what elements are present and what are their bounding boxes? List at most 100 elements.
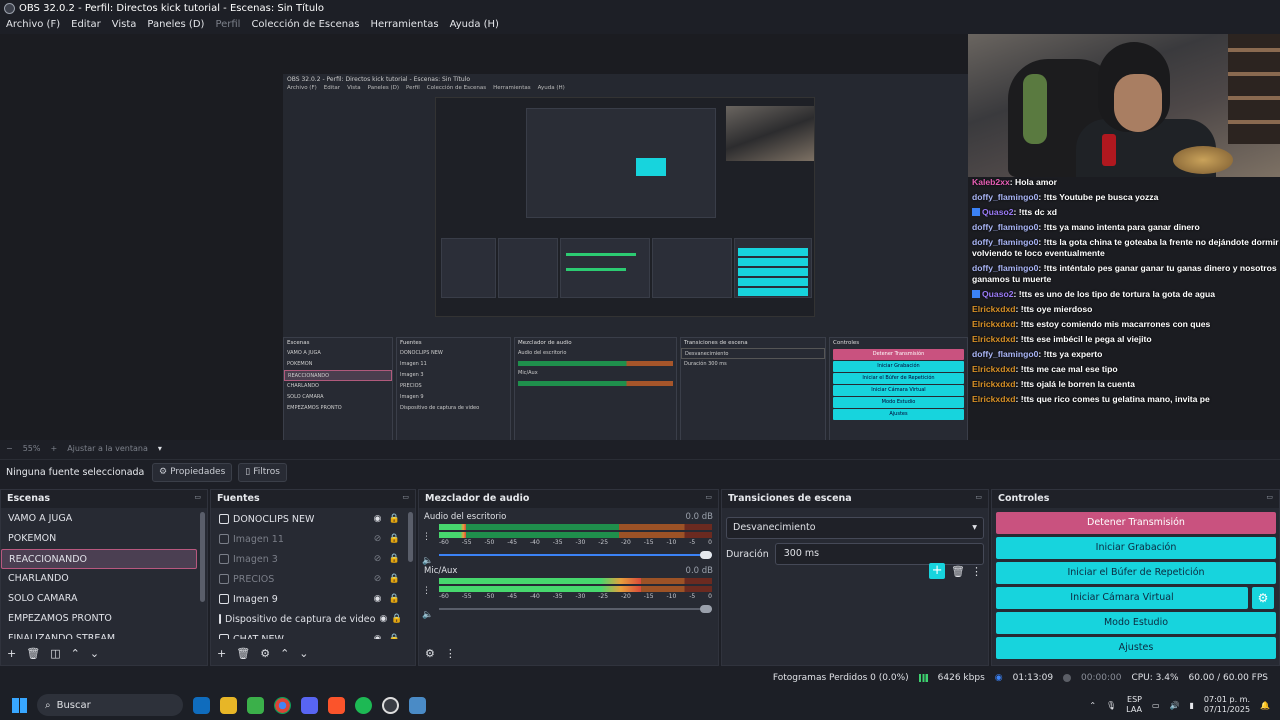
add-transition-icon[interactable]: + xyxy=(929,563,946,579)
undock-icon[interactable]: ▭ xyxy=(705,493,712,505)
scene-filters-icon[interactable]: ◫ xyxy=(50,647,60,660)
undock-icon[interactable]: ▭ xyxy=(194,493,201,505)
transition-select[interactable]: Desvanecimiento ▾ xyxy=(726,517,984,539)
discord-icon[interactable] xyxy=(301,696,318,714)
menu-item[interactable]: Ayuda (H) xyxy=(450,19,499,30)
chevron-up-icon[interactable]: ⌃ xyxy=(1089,701,1096,710)
source-item[interactable]: DONOCLIPS NEW ◉ 🔒 xyxy=(215,509,405,529)
channel-menu-icon[interactable]: ⋮ xyxy=(422,586,431,596)
undock-icon[interactable]: ▭ xyxy=(1266,493,1273,505)
start-replay-buffer-button[interactable]: Iniciar el Búfer de Repetición xyxy=(996,562,1276,584)
remove-scene-icon[interactable]: 🗑 xyxy=(26,647,40,660)
scene-item[interactable]: VAMO A JUGA xyxy=(1,509,197,529)
start-virtual-camera-button[interactable]: Iniciar Cámara Virtual xyxy=(996,587,1248,609)
source-properties-icon[interactable]: ⚙ xyxy=(260,647,270,660)
chat-message: Quaso2: !tts es uno de los tipo de tortu… xyxy=(972,289,1280,300)
scene-item[interactable]: POKEMON xyxy=(1,529,197,549)
lock-icon[interactable]: 🔒 xyxy=(388,514,401,524)
remove-transition-icon[interactable]: 🗑 xyxy=(951,565,965,578)
windows-start-icon[interactable] xyxy=(12,697,27,713)
undock-icon[interactable]: ▭ xyxy=(975,493,982,505)
lock-icon[interactable]: 🔒 xyxy=(391,614,402,624)
spotify-icon[interactable] xyxy=(355,696,372,714)
lock-icon[interactable]: 🔒 xyxy=(388,574,401,584)
clock[interactable]: 07:01 p. m. 07/11/2025 xyxy=(1204,695,1250,715)
move-up-icon[interactable]: ⌃ xyxy=(71,647,80,660)
more-options-icon[interactable]: ⋮ xyxy=(445,647,456,660)
scene-item[interactable]: CHARLANDO xyxy=(1,569,197,589)
settings-button[interactable]: Ajustes xyxy=(996,637,1276,659)
sources-scrollbar[interactable] xyxy=(408,512,413,562)
menu-item[interactable]: Vista xyxy=(112,19,137,30)
zoom-in-icon[interactable]: + xyxy=(50,444,57,453)
more-options-icon[interactable]: ⋮ xyxy=(971,565,982,578)
scenes-scrollbar[interactable] xyxy=(200,512,205,602)
filters-button[interactable]: ▯ Filtros xyxy=(238,462,287,482)
stop-streaming-button[interactable]: Detener Transmisión xyxy=(996,512,1276,534)
menu-item[interactable]: Herramientas xyxy=(370,19,438,30)
zoom-level[interactable]: 55% xyxy=(23,444,41,453)
menu-item[interactable]: Editar xyxy=(71,19,101,30)
eye-off-icon[interactable]: ⊘ xyxy=(371,574,384,584)
menu-item[interactable]: Perfil xyxy=(215,19,240,30)
properties-button[interactable]: ⚙ Propiedades xyxy=(152,462,233,482)
minecraft-icon[interactable] xyxy=(247,696,264,714)
eye-off-icon[interactable]: ⊘ xyxy=(371,554,384,564)
menu-item[interactable]: Colección de Escenas xyxy=(251,19,359,30)
zoom-out-icon[interactable]: − xyxy=(6,444,13,453)
chrome-icon[interactable] xyxy=(274,696,291,714)
fit-to-window[interactable]: Ajustar a la ventana xyxy=(67,444,148,453)
eye-icon[interactable]: ◉ xyxy=(379,614,387,624)
eye-icon[interactable]: ◉ xyxy=(371,594,384,604)
scene-item[interactable]: EMPEZAMOS PRONTO xyxy=(1,609,197,629)
preview-canvas[interactable]: OBS 32.0.2 - Perfil: Directos kick tutor… xyxy=(0,34,1280,440)
microphone-icon[interactable]: 🎙 xyxy=(1106,701,1116,710)
menu-item[interactable]: Paneles (D) xyxy=(147,19,204,30)
scene-item[interactable]: SOLO CAMARA xyxy=(1,589,197,609)
obs-icon[interactable] xyxy=(382,696,399,714)
volume-slider[interactable] xyxy=(439,605,712,613)
studio-mode-button[interactable]: Modo Estudio xyxy=(996,612,1276,634)
lock-icon[interactable]: 🔒 xyxy=(388,534,401,544)
scene-item[interactable]: REACCIONANDO xyxy=(1,549,197,569)
taskbar-search[interactable]: ⌕ Buscar xyxy=(37,694,183,716)
outlook-icon[interactable] xyxy=(193,696,210,714)
volume-icon[interactable]: 🔊 xyxy=(1170,701,1180,710)
network-icon[interactable]: ▭ xyxy=(1152,701,1160,710)
move-down-icon[interactable]: ⌄ xyxy=(90,647,99,660)
source-item[interactable]: PRECIOS ⊘ 🔒 xyxy=(215,569,405,589)
advanced-audio-icon[interactable]: ⚙ xyxy=(425,647,435,660)
lock-icon[interactable]: 🔒 xyxy=(388,594,401,604)
eye-icon[interactable]: ◉ xyxy=(371,634,384,639)
calculator-icon[interactable] xyxy=(409,696,426,714)
lock-icon[interactable]: 🔒 xyxy=(388,554,401,564)
scene-item[interactable]: FINALIZANDO STREAM xyxy=(1,629,197,639)
brave-icon[interactable] xyxy=(328,696,345,714)
menu-item[interactable]: Archivo (F) xyxy=(6,19,60,30)
move-down-icon[interactable]: ⌄ xyxy=(299,647,308,660)
source-item[interactable]: Dispositivo de captura de video ◉ 🔒 xyxy=(215,609,405,629)
eye-icon[interactable]: ◉ xyxy=(371,514,384,524)
source-item[interactable]: Imagen 3 ⊘ 🔒 xyxy=(215,549,405,569)
start-recording-button[interactable]: Iniciar Grabación xyxy=(996,537,1276,559)
virtual-camera-settings-icon[interactable]: ⚙ xyxy=(1252,587,1274,609)
add-source-icon[interactable]: + xyxy=(217,647,226,660)
remove-source-icon[interactable]: 🗑 xyxy=(236,647,250,660)
add-scene-icon[interactable]: + xyxy=(7,647,16,660)
battery-icon[interactable]: ▮ xyxy=(1190,701,1194,710)
move-up-icon[interactable]: ⌃ xyxy=(280,647,289,660)
eye-off-icon[interactable]: ⊘ xyxy=(371,534,384,544)
notifications-icon[interactable]: 🔔 xyxy=(1260,701,1270,710)
source-item[interactable]: Imagen 9 ◉ 🔒 xyxy=(215,589,405,609)
undock-icon[interactable]: ▭ xyxy=(402,493,409,505)
source-item[interactable]: Imagen 11 ⊘ 🔒 xyxy=(215,529,405,549)
speaker-icon[interactable]: 🔈 xyxy=(422,610,433,620)
language-indicator[interactable]: ESP LAA xyxy=(1126,695,1142,715)
volume-slider[interactable] xyxy=(439,551,712,559)
file-explorer-icon[interactable] xyxy=(220,696,237,714)
duration-input[interactable]: 300 ms xyxy=(774,543,984,565)
source-item[interactable]: CHAT NEW ◉ 🔒 xyxy=(215,629,405,639)
chevron-down-icon[interactable]: ▾ xyxy=(158,444,162,453)
channel-menu-icon[interactable]: ⋮ xyxy=(422,532,431,542)
lock-icon[interactable]: 🔒 xyxy=(388,634,401,639)
